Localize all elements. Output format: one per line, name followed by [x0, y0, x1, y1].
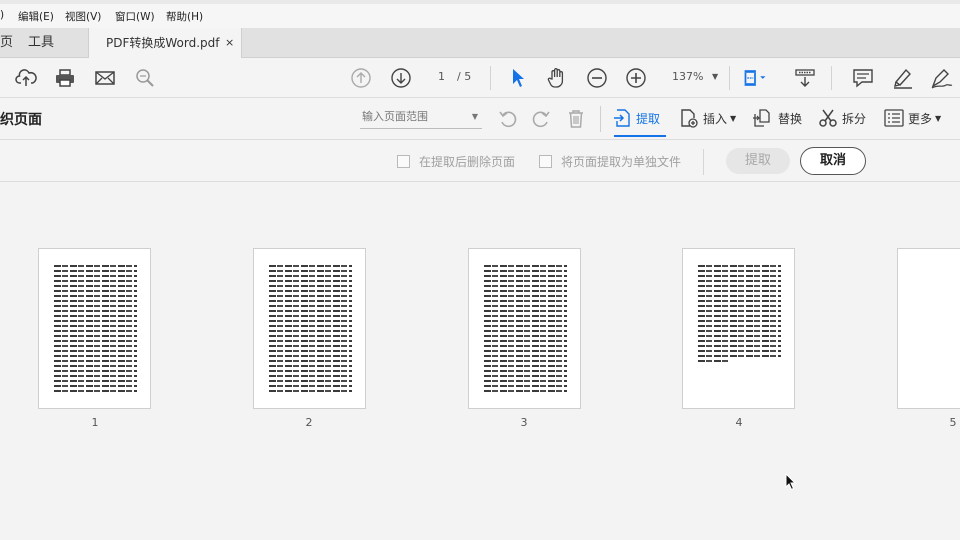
menu-view[interactable]: 视图(V) — [65, 9, 101, 24]
replace-tool-button[interactable]: 替换 — [752, 106, 802, 130]
highlight-icon[interactable] — [890, 65, 916, 91]
page-thumbnail[interactable] — [468, 248, 581, 409]
chevron-down-icon: ▼ — [471, 112, 478, 121]
extract-button[interactable]: 提取 — [726, 148, 790, 174]
extract-tool-button[interactable]: 提取 — [612, 106, 660, 130]
delete-after-extract-option[interactable]: 在提取后删除页面 — [397, 153, 515, 170]
upload-icon[interactable] — [13, 65, 39, 91]
page-thumbnail-area: 1 2 3 4 5 — [0, 182, 960, 540]
chevron-down-icon: ▼ — [730, 113, 737, 123]
hand-icon[interactable] — [544, 65, 570, 91]
menu-file-fragment[interactable]: ) — [0, 9, 4, 21]
extract-icon — [614, 109, 630, 127]
split-tool-label: 拆分 — [842, 111, 867, 126]
tab-home[interactable]: 页 — [0, 28, 13, 58]
page-number-label: 3 — [520, 416, 528, 429]
fit-page-icon[interactable] — [742, 65, 768, 91]
page-range-placeholder: 输入页面范围 — [362, 110, 428, 123]
page-thumbnail[interactable] — [253, 248, 366, 409]
next-page-icon[interactable] — [388, 65, 414, 91]
toolbar-separator — [490, 66, 491, 90]
organize-title: 织页面 — [0, 112, 42, 128]
more-options-icon — [884, 109, 904, 127]
tab-tools[interactable]: 工具 — [28, 28, 54, 58]
tab-document-label: PDF转换成Word.pdf — [106, 36, 220, 50]
zoom-out-icon[interactable] — [584, 65, 610, 91]
current-page-field[interactable]: 1 — [438, 70, 445, 83]
page-thumbnail[interactable] — [897, 248, 960, 409]
cancel-button[interactable]: 取消 — [800, 147, 866, 175]
organize-separator — [600, 106, 601, 132]
zoom-in-icon[interactable] — [623, 65, 649, 91]
print-icon[interactable] — [52, 65, 78, 91]
split-tool-button[interactable]: 拆分 — [818, 106, 866, 130]
page-thumbnail[interactable] — [38, 248, 151, 409]
extract-separate-option[interactable]: 将页面提取为单独文件 — [539, 153, 681, 170]
menu-help[interactable]: 帮助(H) — [166, 9, 203, 24]
tab-document[interactable]: PDF转换成Word.pdf × — [88, 28, 242, 59]
extract-options-bar: 在提取后删除页面 将页面提取为单独文件 提取 取消 — [0, 140, 960, 182]
page-thumbnail[interactable] — [682, 248, 795, 409]
insert-tool-label: 插入 — [703, 111, 728, 126]
delete-after-extract-checkbox[interactable] — [397, 155, 410, 168]
page-number-label: 1 — [91, 416, 99, 429]
replace-page-icon — [753, 109, 770, 127]
search-icon[interactable] — [132, 65, 158, 91]
zoom-level[interactable]: 137% — [672, 70, 703, 83]
extract-separate-label: 将页面提取为单独文件 — [561, 155, 682, 169]
tab-bar: 页 工具 PDF转换成Word.pdf × — [0, 28, 960, 59]
toolbar-separator — [831, 66, 832, 90]
main-toolbar: 1 / 5 137% ▼ — [0, 58, 960, 98]
delete-after-extract-label: 在提取后删除页面 — [419, 155, 516, 169]
title-strip — [0, 0, 960, 4]
extract-separate-checkbox[interactable] — [539, 155, 552, 168]
page-number-label: 2 — [305, 416, 313, 429]
scroll-mode-icon[interactable] — [792, 65, 818, 91]
more-tool-button[interactable]: 更多 ▼ — [884, 106, 941, 130]
acrobat-window: ) 编辑(E) 视图(V) 窗口(W) 帮助(H) 页 工具 PDF转换成Wor… — [0, 0, 960, 540]
menu-edit[interactable]: 编辑(E) — [18, 9, 54, 24]
chevron-down-icon: ▼ — [935, 113, 942, 123]
page-range-input[interactable]: 输入页面范围 ▼ — [360, 107, 482, 129]
comment-icon[interactable] — [850, 65, 876, 91]
page-text-preview — [269, 265, 352, 395]
mail-icon[interactable] — [92, 65, 118, 91]
insert-page-icon — [681, 109, 698, 128]
mouse-cursor-icon — [785, 472, 797, 495]
extract-tool-label: 提取 — [636, 111, 661, 126]
page-number-label: 5 — [949, 416, 957, 429]
rotate-right-icon[interactable] — [529, 107, 553, 131]
page-number-label: 4 — [735, 416, 743, 429]
rotate-left-icon[interactable] — [496, 107, 520, 131]
zoom-dropdown-icon[interactable]: ▼ — [712, 72, 718, 81]
more-tool-label: 更多 — [908, 111, 933, 126]
insert-tool-button[interactable]: 插入 ▼ — [679, 106, 736, 130]
sign-icon[interactable] — [929, 65, 955, 91]
scissors-icon — [819, 109, 837, 127]
tab-close-icon[interactable]: × — [225, 28, 234, 58]
replace-tool-label: 替换 — [778, 111, 803, 126]
select-arrow-icon[interactable] — [505, 65, 531, 91]
page-text-preview — [698, 265, 781, 365]
organize-toolbar: 织页面 输入页面范围 ▼ 提取 插入 ▼ 替换 拆分 更多 ▼ — [0, 98, 960, 140]
menu-window[interactable]: 窗口(W) — [115, 9, 155, 24]
toolbar-separator — [729, 66, 730, 90]
delete-icon[interactable] — [564, 107, 588, 131]
prev-page-icon[interactable] — [348, 65, 374, 91]
total-pages: / 5 — [457, 70, 472, 83]
page-text-preview — [484, 265, 567, 395]
active-tool-indicator — [614, 135, 666, 137]
options-separator — [703, 149, 704, 175]
menu-bar: ) 编辑(E) 视图(V) 窗口(W) 帮助(H) — [0, 0, 960, 28]
page-text-preview — [54, 265, 137, 395]
